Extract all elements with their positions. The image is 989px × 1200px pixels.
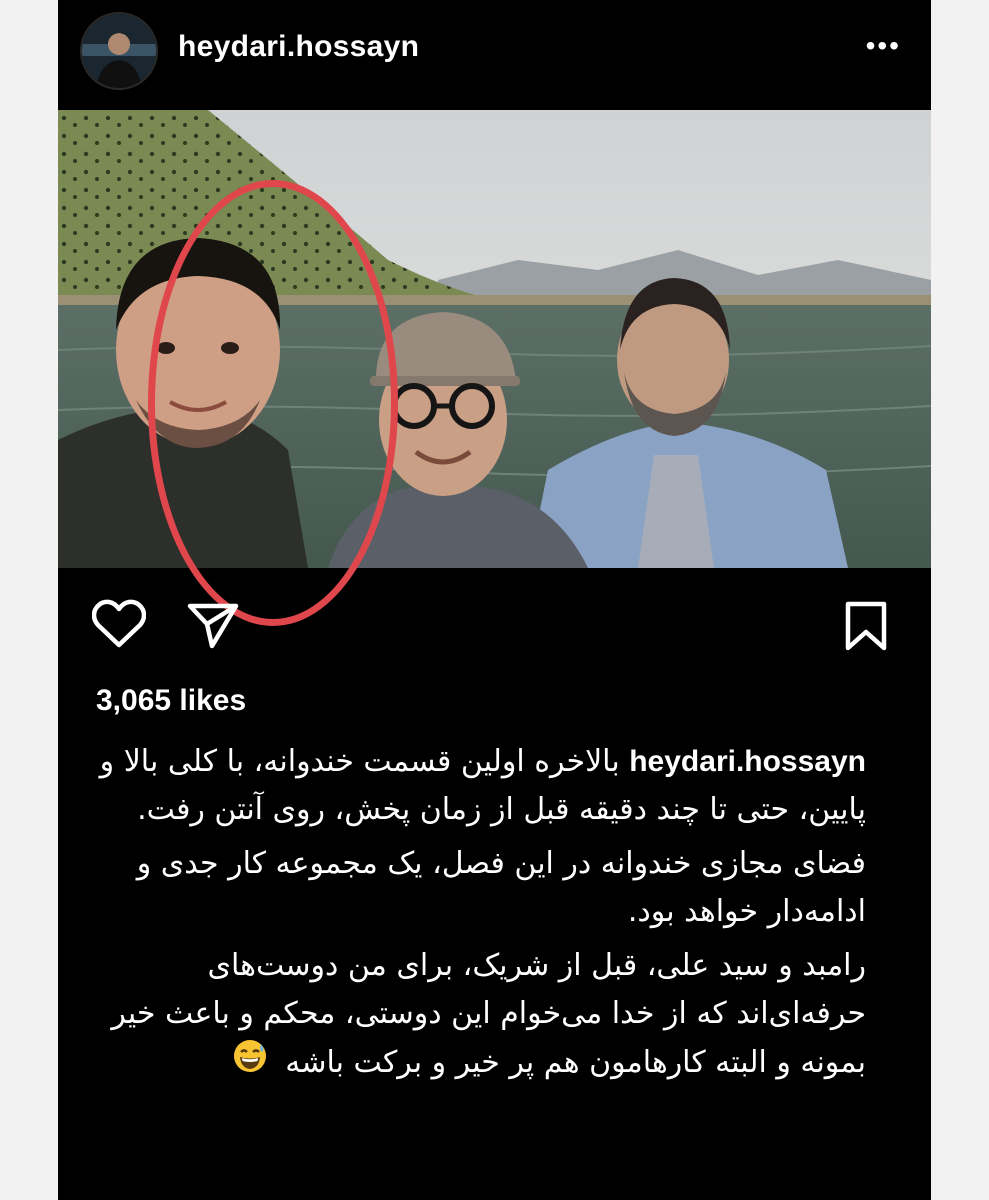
more-dots-icon[interactable]: ••• <box>866 32 901 60</box>
caption-paragraph: heydari.hossayn بالاخره اولین قسمت خندوا… <box>96 738 866 834</box>
instagram-post: heydari.hossayn ••• 3,065 likes heydari.… <box>58 0 931 1200</box>
send-icon[interactable] <box>186 600 240 655</box>
caption-text-3: رامبد و سید علی، قبل از شریک، برای من دو… <box>111 948 866 1080</box>
caption-username[interactable]: heydari.hossayn <box>629 745 866 778</box>
grinning-face-with-sweat-icon <box>232 1038 268 1089</box>
bookmark-icon[interactable] <box>844 600 888 657</box>
caption-text-2: فضای مجازی خندوانه در این فصل، یک مجموعه… <box>136 846 866 929</box>
post-username[interactable]: heydari.hossayn <box>178 30 419 64</box>
post-caption: heydari.hossayn بالاخره اولین قسمت خندوا… <box>96 738 866 1095</box>
post-photo[interactable] <box>58 110 931 568</box>
caption-paragraph: فضای مجازی خندوانه در این فصل، یک مجموعه… <box>96 840 866 936</box>
likes-count[interactable]: 3,065 likes <box>96 684 246 718</box>
profile-avatar[interactable] <box>80 12 158 90</box>
post-header: heydari.hossayn ••• <box>58 0 931 108</box>
caption-paragraph: رامبد و سید علی، قبل از شریک، برای من دو… <box>96 942 866 1089</box>
heart-icon[interactable] <box>91 598 147 655</box>
